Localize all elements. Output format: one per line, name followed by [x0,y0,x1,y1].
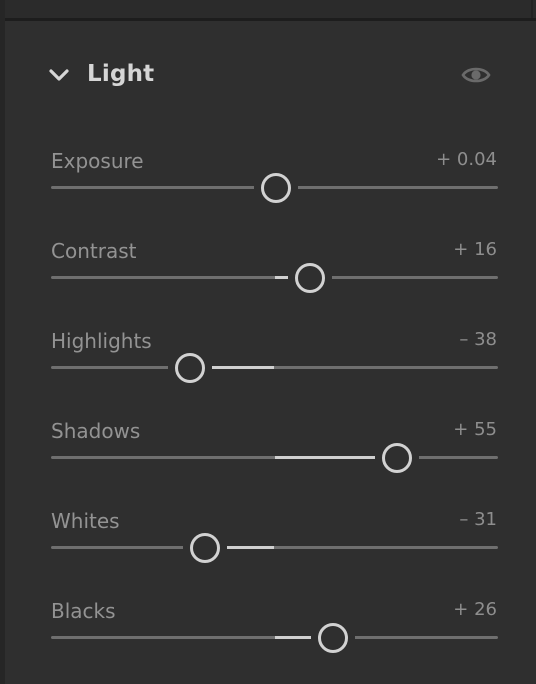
eye-icon[interactable] [461,64,491,86]
slider-value[interactable]: + 55 [453,419,497,440]
slider-track[interactable] [51,263,498,293]
light-panel: Light Exposure + 0.04 Contrast + 16 Highligh… [0,0,536,684]
slider-label: Shadows [51,419,141,443]
slider-label: Contrast [51,239,137,263]
slider-value[interactable]: – 38 [459,329,497,350]
slider-value[interactable]: – 31 [459,509,497,530]
slider-row-whites: Whites – 31 [0,509,536,599]
slider-label: Blacks [51,599,116,623]
slider-value[interactable]: + 16 [453,239,497,260]
slider-thumb[interactable] [317,623,348,653]
slider-label: Exposure [51,149,144,173]
slider-thumb[interactable] [174,353,205,383]
slider-value[interactable]: + 26 [453,599,497,620]
slider-track[interactable] [51,173,498,203]
slider-row-blacks: Blacks + 26 [0,599,536,684]
top-strip-divider [531,0,533,18]
slider-track[interactable] [51,623,498,653]
section-title: Light [87,61,155,87]
slider-row-contrast: Contrast + 16 [0,239,536,329]
chevron-down-icon[interactable] [48,67,70,83]
slider-track[interactable] [51,533,498,563]
light-section-header[interactable]: Light [0,50,536,102]
slider-track[interactable] [51,353,498,383]
slider-row-highlights: Highlights – 38 [0,329,536,419]
slider-track[interactable] [51,443,498,473]
slider-thumb[interactable] [261,173,292,203]
previous-section-strip [5,0,536,18]
slider-value[interactable]: + 0.04 [436,149,497,170]
section-divider [5,18,536,21]
slider-label: Whites [51,509,120,533]
slider-row-exposure: Exposure + 0.04 [0,149,536,239]
slider-thumb[interactable] [295,263,326,293]
slider-thumb[interactable] [382,443,413,473]
slider-row-shadows: Shadows + 55 [0,419,536,509]
slider-label: Highlights [51,329,152,353]
slider-thumb[interactable] [190,533,221,563]
